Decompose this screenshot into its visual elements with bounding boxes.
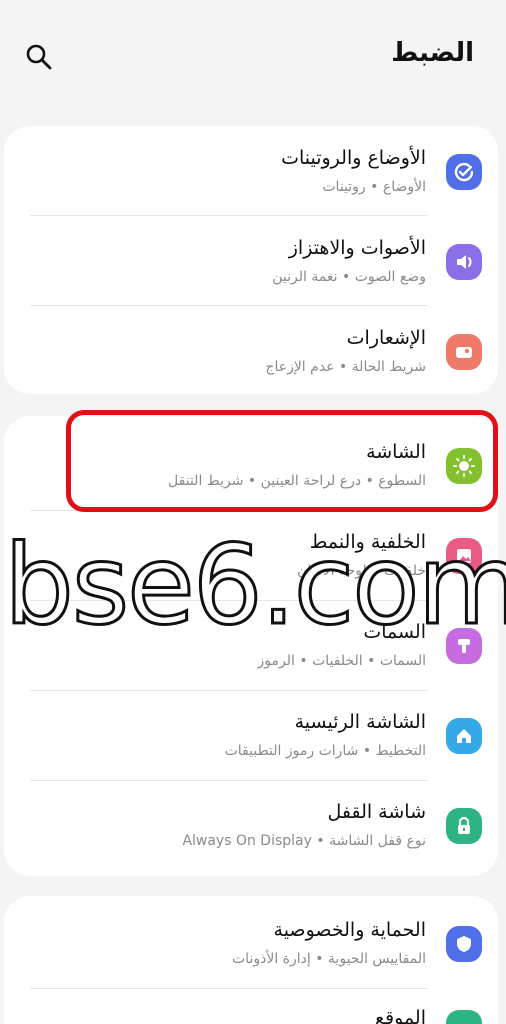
modes-check-icon <box>446 154 482 190</box>
settings-item-lock-screen[interactable]: شاشة القفل نوع قفل الشاشة • Always On Di… <box>4 800 498 870</box>
divider <box>30 690 428 691</box>
settings-item-security[interactable]: الحماية والخصوصية المقاييس الحيوية • إدا… <box>4 918 498 988</box>
speaker-icon <box>446 244 482 280</box>
item-title: شاشة القفل <box>327 801 426 823</box>
settings-item-location[interactable]: الموقع <box>4 1006 498 1024</box>
settings-card-1: الأوضاع والروتينات الأوضاع • روتينات الأ… <box>4 126 498 394</box>
settings-card-3: الحماية والخصوصية المقاييس الحيوية • إدا… <box>4 896 498 1024</box>
divider <box>30 780 428 781</box>
item-subtitle: الأوضاع • روتينات <box>322 179 426 195</box>
settings-item-home-screen[interactable]: الشاشة الرئيسية التخطيط • شارات رموز الت… <box>4 710 498 780</box>
location-icon <box>446 1010 482 1024</box>
item-subtitle: السمات • الخلفيات • الرموز <box>257 653 426 669</box>
app-header: الضبط <box>0 0 506 120</box>
item-subtitle: شريط الحالة • عدم الإزعاج <box>265 359 426 375</box>
divider <box>30 305 428 306</box>
item-title: الشاشة الرئيسية <box>294 711 426 733</box>
page-title: الضبط <box>391 38 474 68</box>
settings-item-sounds[interactable]: الأصوات والاهتزاز وضع الصوت • نغمة الرني… <box>4 236 498 306</box>
item-title: الأوضاع والروتينات <box>281 147 426 169</box>
settings-item-modes[interactable]: الأوضاع والروتينات الأوضاع • روتينات <box>4 146 498 216</box>
item-title: الإشعارات <box>346 327 426 349</box>
item-subtitle: المقاييس الحيوية • إدارة الأذونات <box>232 951 426 967</box>
shield-icon <box>446 926 482 962</box>
divider <box>30 215 428 216</box>
home-icon <box>446 718 482 754</box>
display-highlight-box <box>66 410 498 512</box>
divider <box>30 988 428 989</box>
search-icon[interactable] <box>24 42 54 72</box>
item-title: الحماية والخصوصية <box>273 919 426 941</box>
settings-item-notifications[interactable]: الإشعارات شريط الحالة • عدم الإزعاج <box>4 326 498 394</box>
item-subtitle: وضع الصوت • نغمة الرنين <box>272 269 426 285</box>
lock-icon <box>446 808 482 844</box>
item-title: الأصوات والاهتزاز <box>288 237 426 259</box>
notification-icon <box>446 334 482 370</box>
item-subtitle: التخطيط • شارات رموز التطبيقات <box>224 743 426 759</box>
item-subtitle: نوع قفل الشاشة • Always On Display <box>182 833 426 849</box>
item-title: الموقع <box>374 1007 426 1024</box>
watermark: bse6.com <box>3 521 506 649</box>
